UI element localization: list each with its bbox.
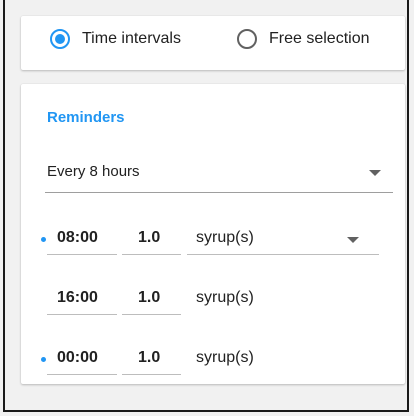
time-value: 00:00: [57, 349, 98, 366]
unit-value: syrup(s): [196, 349, 254, 366]
free-selection-option[interactable]: Free selection: [237, 29, 370, 49]
unit-field[interactable]: syrup(s): [187, 344, 379, 374]
radio-selected-icon[interactable]: [50, 29, 70, 49]
frequency-dropdown[interactable]: Every 8 hours: [45, 152, 393, 193]
quantity-field[interactable]: 1.0: [122, 284, 181, 315]
reminders-card: Reminders Every 8 hours 08:00 1.0 syrup(…: [21, 84, 405, 384]
quantity-value: 1.0: [138, 229, 161, 246]
time-value: 16:00: [57, 289, 98, 306]
schedule-mode-card: Time intervals Free selection: [21, 16, 405, 70]
quantity-value: 1.0: [138, 289, 161, 306]
reminder-row: 08:00 1.0 syrup(s): [21, 220, 405, 260]
reminder-row: 16:00 1.0 syrup(s): [21, 280, 405, 320]
unit-value: syrup(s): [196, 289, 254, 306]
quantity-field[interactable]: 1.0: [122, 344, 181, 375]
quantity-field[interactable]: 1.0: [122, 224, 181, 255]
unit-dropdown[interactable]: syrup(s): [187, 224, 379, 255]
reminder-row: 00:00 1.0 syrup(s): [21, 340, 405, 380]
time-field[interactable]: 00:00: [47, 344, 117, 375]
unit-field[interactable]: syrup(s): [187, 284, 379, 314]
time-value: 08:00: [57, 229, 98, 246]
unit-value: syrup(s): [196, 229, 254, 246]
active-dot-icon: [41, 357, 46, 362]
radio-unselected-icon[interactable]: [237, 29, 257, 49]
quantity-value: 1.0: [138, 349, 161, 366]
free-selection-label: Free selection: [269, 30, 370, 47]
dropdown-arrow-icon: [369, 170, 381, 176]
time-intervals-option[interactable]: Time intervals: [50, 29, 181, 49]
frequency-value: Every 8 hours: [47, 163, 140, 180]
active-dot-icon: [41, 237, 46, 242]
time-intervals-label: Time intervals: [82, 30, 181, 47]
reminders-title: Reminders: [47, 109, 125, 126]
screen-frame: Time intervals Free selection Reminders …: [3, 0, 409, 412]
time-field[interactable]: 08:00: [47, 224, 117, 255]
time-field[interactable]: 16:00: [47, 284, 117, 315]
dropdown-arrow-icon: [347, 237, 359, 243]
